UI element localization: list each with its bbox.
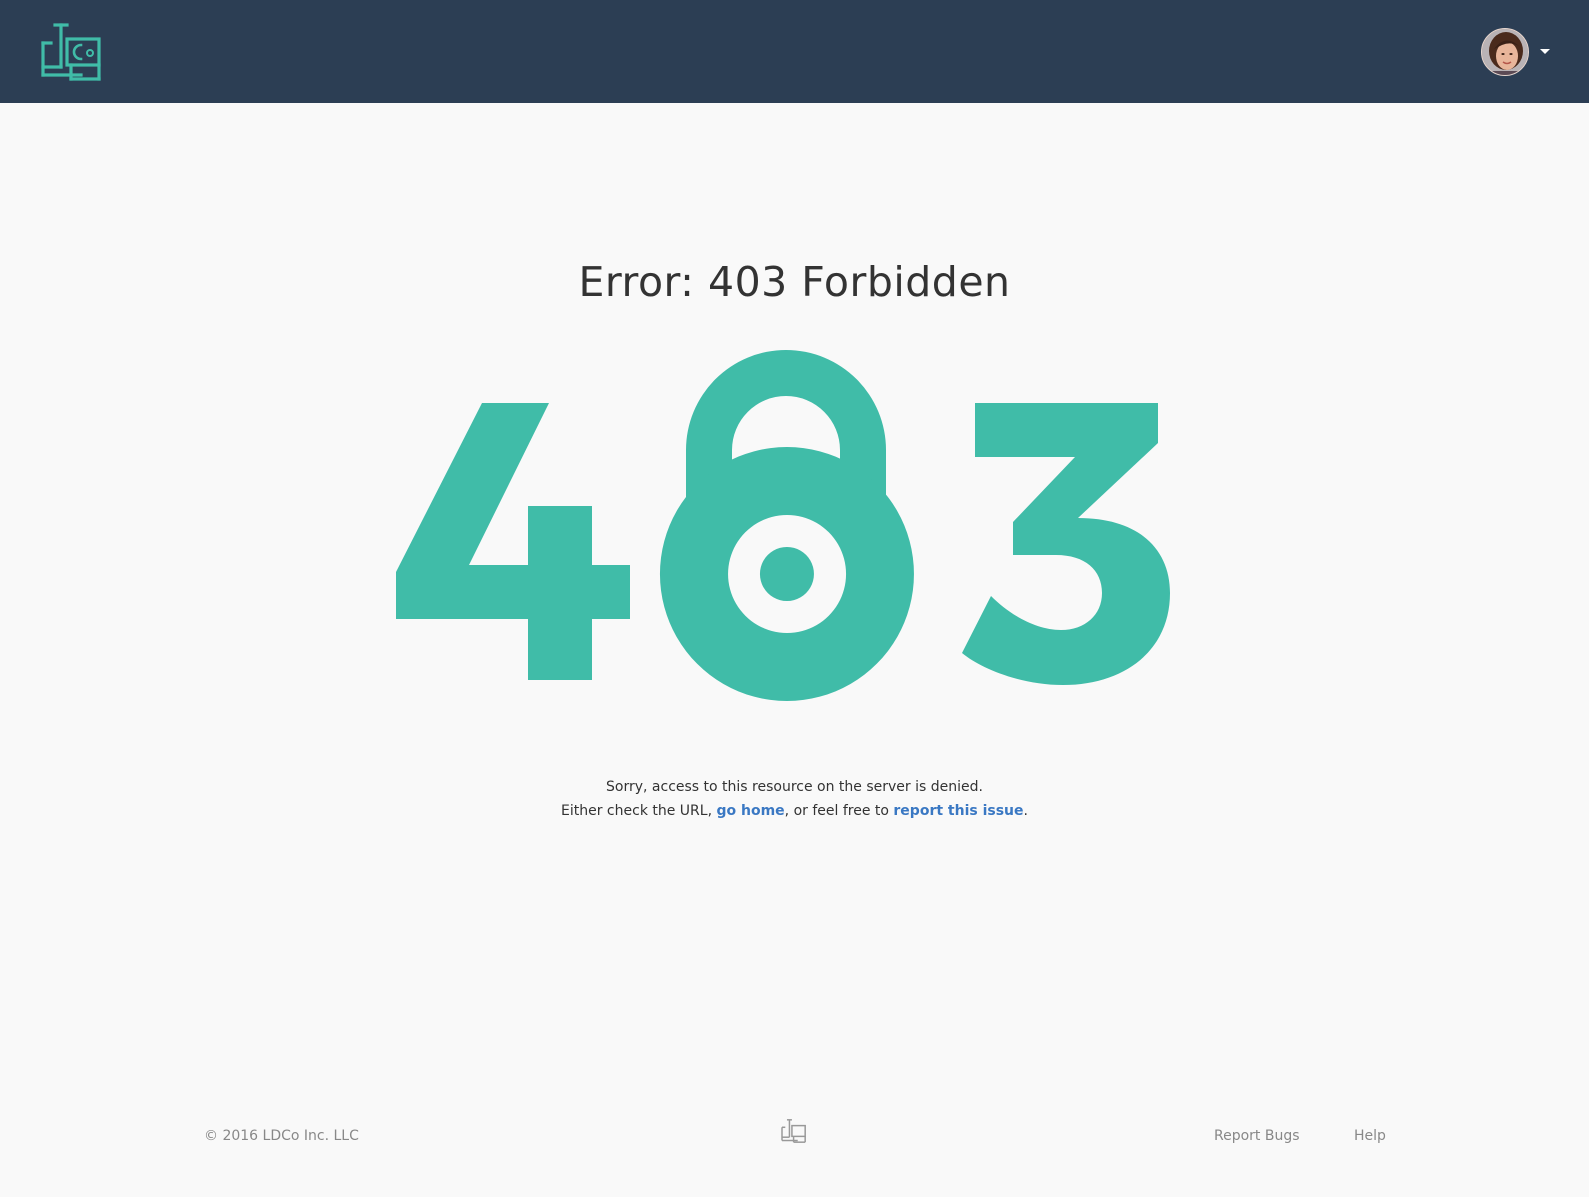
copyright-text: © 2016 LDCo Inc. LLC (204, 1128, 359, 1144)
error-message: Sorry, access to this resource on the se… (606, 779, 983, 795)
digit-3 (962, 403, 1170, 685)
suggestion-suffix: . (1023, 803, 1028, 819)
report-issue-link[interactable]: report this issue (893, 803, 1023, 819)
suggestion-middle: , or feel free to (784, 803, 894, 819)
padlock-icon (659, 447, 914, 701)
report-bugs-link[interactable]: Report Bugs (1214, 1128, 1300, 1144)
digit-4 (396, 403, 630, 680)
error-suggestion: Either check the URL, go home, or feel f… (0, 803, 1589, 819)
ldco-logo-icon[interactable] (41, 23, 103, 81)
help-link[interactable]: Help (1354, 1128, 1386, 1144)
suggestion-prefix: Either check the URL, (561, 803, 717, 819)
go-home-link[interactable]: go home (716, 803, 784, 819)
user-avatar-icon[interactable] (1481, 28, 1529, 76)
top-navbar (0, 0, 1589, 103)
page-title: Error: 403 Forbidden (578, 258, 1011, 306)
caret-down-icon[interactable] (1540, 49, 1550, 54)
ldco-logo-icon[interactable] (781, 1119, 807, 1143)
error-403-graphic (380, 350, 1210, 720)
